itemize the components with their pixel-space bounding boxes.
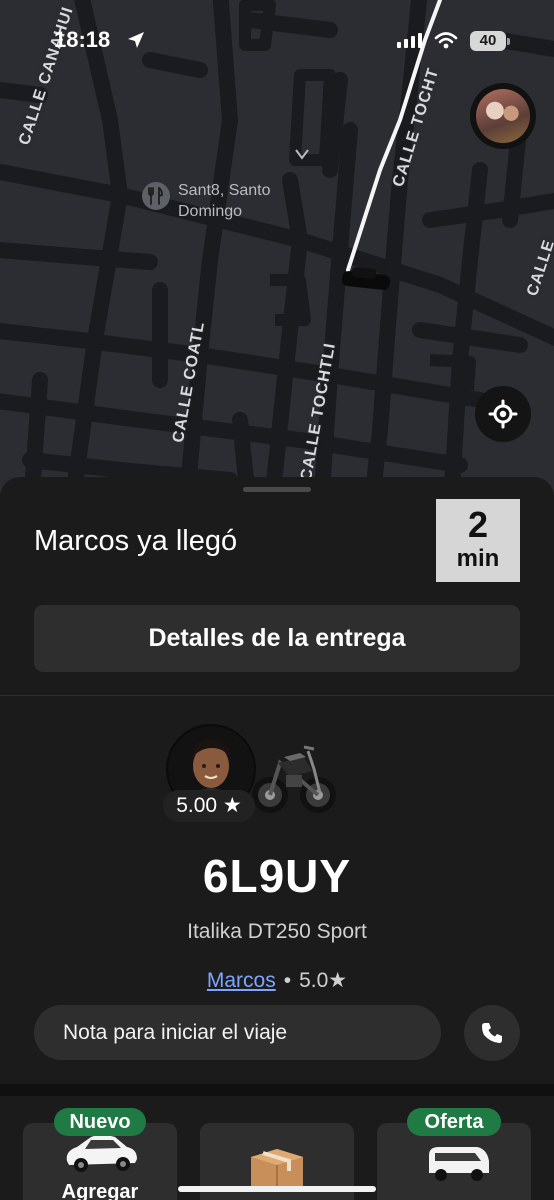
- separator-dot: •: [283, 969, 292, 992]
- eta-unit: min: [456, 545, 500, 572]
- package-box-icon: [251, 1149, 303, 1189]
- phone-icon: [482, 1023, 502, 1043]
- driver-rating-badge: 5.00 ★: [163, 790, 255, 822]
- location-arrow-icon: [128, 32, 144, 48]
- recenter-location-button[interactable]: [475, 386, 531, 442]
- divider: [0, 695, 554, 696]
- driver-info-line: Marcos • 5.0★: [0, 968, 554, 993]
- eta-value: 2: [467, 504, 489, 545]
- driver-score: 5.0★: [299, 969, 348, 992]
- section-separator: [0, 1084, 554, 1096]
- status-time: 18:18: [54, 27, 111, 52]
- restaurant-icon: [142, 182, 170, 210]
- poi-marker[interactable]: Sant8, Santo Domingo: [142, 180, 298, 222]
- home-indicator[interactable]: [178, 1186, 376, 1192]
- battery-icon: 40: [470, 31, 510, 51]
- status-bar: 18:18 40: [0, 0, 554, 84]
- sheet-drag-handle[interactable]: [243, 487, 311, 492]
- trip-bottom-sheet[interactable]: Marcos ya llegó 2 min Detalles de la ent…: [0, 477, 554, 1200]
- license-plate: 6L9UY: [202, 850, 352, 902]
- wifi-icon: [434, 32, 458, 49]
- profile-avatar-button[interactable]: [470, 83, 536, 149]
- arrival-status-text: Marcos ya llegó: [34, 525, 238, 557]
- motorcycle-icon: [252, 745, 336, 813]
- new-tag-badge: Nuevo: [54, 1108, 146, 1136]
- crosshair-icon: [488, 399, 518, 429]
- cellular-signal-icon: [397, 33, 422, 48]
- eta-box: 2 min: [436, 499, 520, 582]
- offer-tag-badge: Oferta: [407, 1108, 501, 1136]
- avatar: [476, 89, 530, 143]
- delivery-details-button[interactable]: Detalles de la entrega: [34, 605, 520, 672]
- option-card-label: Agregar: [61, 1181, 139, 1200]
- trip-note-input[interactable]: Nota para iniciar el viaje: [34, 1005, 441, 1060]
- van-icon: [429, 1147, 489, 1181]
- driver-name-link[interactable]: Marcos: [207, 969, 276, 992]
- vehicle-model: Italika DT250 Sport: [187, 920, 367, 943]
- call-driver-button[interactable]: [464, 1005, 520, 1061]
- map-view[interactable]: CALLE CANAHUI CALLE TOCHT CALLE COATL CA…: [0, 0, 554, 520]
- poi-label: Sant8, Santo Domingo: [178, 182, 271, 220]
